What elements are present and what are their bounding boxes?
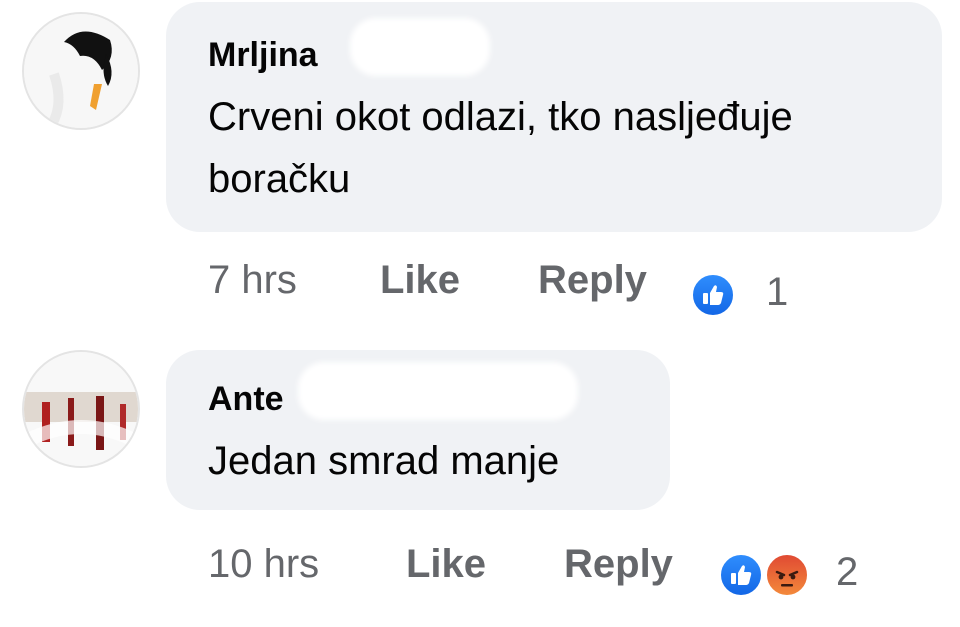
reply-button[interactable]: Reply [538,258,647,303]
redaction-mark [298,362,578,420]
like-icon [690,272,736,318]
redaction-mark [350,18,490,76]
like-icon [718,552,764,598]
avatar-image [24,352,138,466]
reply-button[interactable]: Reply [564,542,673,587]
comment-timestamp[interactable]: 10 hrs [208,542,319,587]
like-button[interactable]: Like [380,258,460,303]
angry-icon [764,552,810,598]
comment-author[interactable]: Ante [208,380,284,419]
avatar[interactable] [22,12,140,130]
like-button[interactable]: Like [406,542,486,587]
comment-text: Crveni okot odlazi, tko nasljeđuje borač… [208,95,793,201]
avatar[interactable] [22,350,140,468]
comment-author[interactable]: Mrljina [208,36,318,75]
comment-timestamp[interactable]: 7 hrs [208,258,297,303]
reaction-count: 1 [766,270,789,314]
avatar-image [24,14,138,128]
comment-text: Jedan smrad manje [208,439,560,483]
reaction-count: 2 [836,550,859,594]
